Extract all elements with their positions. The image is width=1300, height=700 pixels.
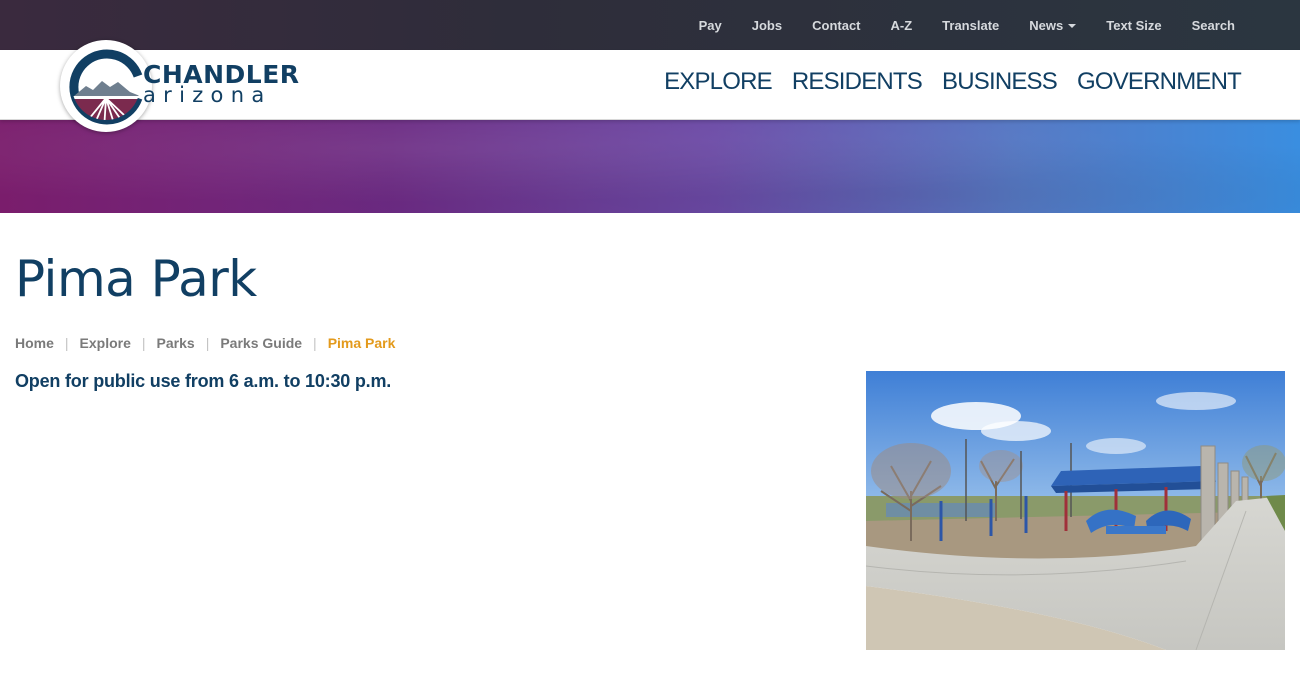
city-logo-emblem[interactable] bbox=[60, 40, 152, 132]
utility-link-jobs[interactable]: Jobs bbox=[737, 18, 797, 33]
breadcrumb-explore[interactable]: Explore bbox=[80, 335, 131, 351]
breadcrumb-separator: | bbox=[313, 335, 317, 351]
utility-link-search[interactable]: Search bbox=[1177, 18, 1250, 33]
main-nav-business[interactable]: BUSINESS bbox=[942, 68, 1058, 96]
breadcrumb-current: Pima Park bbox=[327, 335, 396, 351]
utility-link-contact[interactable]: Contact bbox=[797, 18, 875, 33]
utility-link-text-size[interactable]: Text Size bbox=[1091, 18, 1176, 33]
breadcrumb: Home | Explore | Parks | Parks Guide | P… bbox=[15, 335, 395, 351]
park-photo bbox=[866, 371, 1285, 650]
main-nav-explore[interactable]: EXPLORE bbox=[664, 68, 773, 96]
page-title: Pima Park bbox=[15, 250, 257, 308]
breadcrumb-parks[interactable]: Parks bbox=[157, 335, 195, 351]
breadcrumb-separator: | bbox=[141, 335, 146, 351]
utility-bar: Pay Jobs Contact A-Z Translate News Text… bbox=[0, 0, 1300, 50]
utility-link-pay[interactable]: Pay bbox=[684, 18, 737, 33]
breadcrumb-parks-guide[interactable]: Parks Guide bbox=[220, 335, 302, 351]
caret-down-icon bbox=[1068, 24, 1077, 29]
breadcrumb-home[interactable]: Home bbox=[15, 335, 54, 351]
city-seal-icon bbox=[69, 49, 143, 125]
breadcrumb-separator: | bbox=[64, 335, 69, 351]
park-hours: Open for public use from 6 a.m. to 10:30… bbox=[15, 371, 392, 391]
utility-nav: Pay Jobs Contact A-Z Translate News Text… bbox=[684, 0, 1250, 50]
utility-link-translate[interactable]: Translate bbox=[927, 18, 1014, 33]
playground-image bbox=[866, 371, 1285, 650]
main-nav-residents[interactable]: RESIDENTS bbox=[792, 68, 923, 96]
main-nav: EXPLORE RESIDENTS BUSINESS GOVERNMENT bbox=[664, 50, 1242, 114]
utility-link-az[interactable]: A-Z bbox=[876, 18, 928, 33]
breadcrumb-separator: | bbox=[205, 335, 210, 351]
hero-banner bbox=[0, 120, 1300, 213]
utility-link-news-label: News bbox=[1029, 17, 1064, 33]
utility-link-news[interactable]: News bbox=[1014, 18, 1091, 33]
city-logo-wordmark[interactable]: CHANDLER arizona bbox=[143, 62, 300, 106]
main-nav-government[interactable]: GOVERNMENT bbox=[1077, 68, 1242, 96]
